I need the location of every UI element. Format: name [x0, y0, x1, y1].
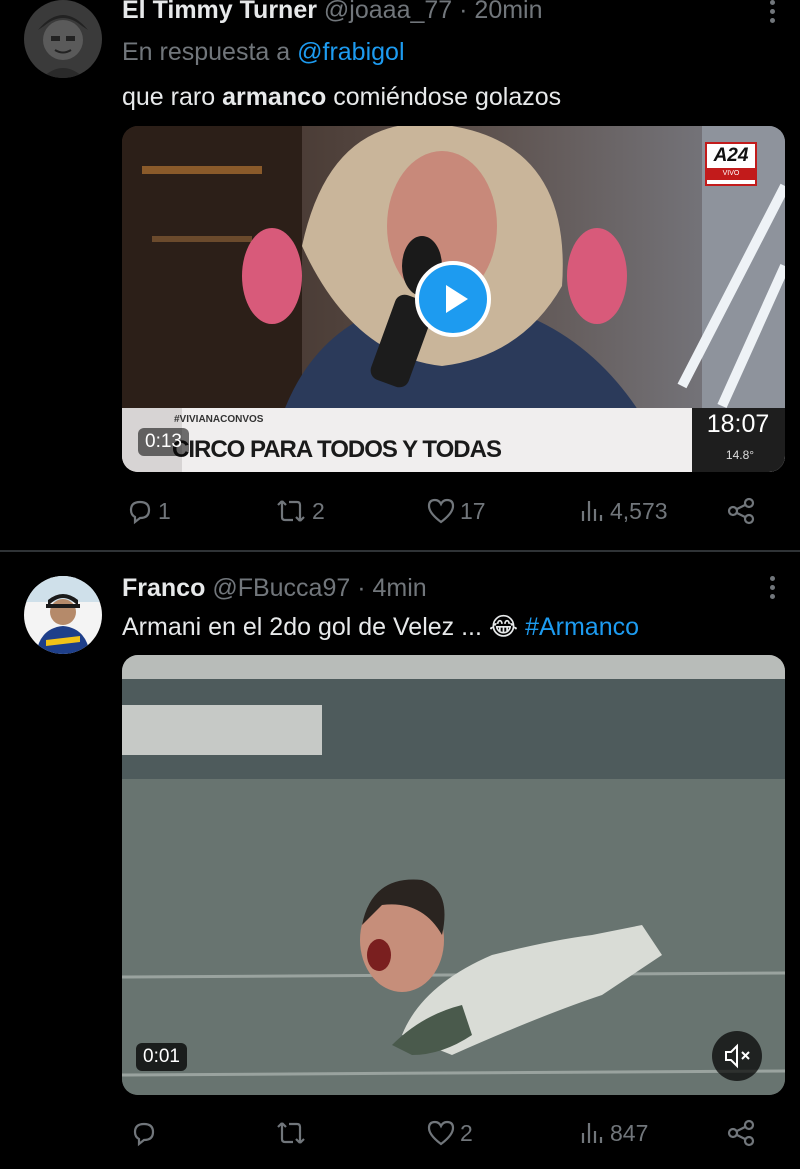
text-part: que raro: [122, 83, 223, 111]
tweet-text: que raro armanco comiéndose golazos: [122, 83, 561, 112]
share-icon: [727, 497, 755, 525]
display-name[interactable]: Franco: [122, 574, 205, 602]
action-bar: 2 847: [122, 1119, 762, 1153]
retweet-icon: [277, 1122, 305, 1144]
reply-button[interactable]: 1: [126, 497, 171, 525]
handle[interactable]: @joaaa_77: [324, 0, 452, 24]
video-duration: 0:01: [136, 1043, 187, 1071]
hashtag-link[interactable]: #Armanco: [525, 613, 639, 641]
share-icon: [727, 1119, 755, 1147]
share-button[interactable]: [726, 1119, 756, 1147]
text-part: comiéndose golazos: [326, 83, 562, 111]
retweet-button[interactable]: 2: [274, 497, 325, 525]
avatar[interactable]: [24, 0, 102, 78]
retweet-button[interactable]: [274, 1119, 312, 1147]
tweet-text: Armani en el 2do gol de Velez ... 😂 #Arm…: [122, 612, 639, 642]
like-icon: [427, 1120, 455, 1146]
tweet[interactable]: Franco @FBucca97 · 4min Armani en el 2do…: [0, 552, 800, 1169]
clock-overlay: 18:07: [706, 410, 770, 438]
reply-button[interactable]: [130, 1119, 162, 1147]
hashtag-overlay: #VIVIANACONVOS: [174, 414, 264, 425]
like-count: 2: [460, 1119, 473, 1146]
channel-logo: A24 VIVO: [705, 142, 757, 186]
video-frame: [122, 655, 785, 1095]
headline-overlay: CIRCO PARA TODOS Y TODAS: [172, 436, 502, 463]
video-duration: 0:13: [138, 428, 189, 456]
emoji: 😂: [488, 613, 519, 641]
reply-context: En respuesta a @frabigol: [122, 38, 405, 67]
retweet-count: 2: [312, 497, 325, 524]
reply-count: 1: [158, 497, 171, 524]
views-icon: [581, 501, 603, 521]
views-button[interactable]: 4,573: [578, 497, 668, 525]
tweet[interactable]: El Timmy Turner @joaaa_77 · 20min En res…: [0, 0, 800, 550]
views-count: 4,573: [610, 497, 668, 524]
avatar[interactable]: [24, 576, 102, 654]
display-name[interactable]: El Timmy Turner: [122, 0, 317, 24]
author-line: Franco @FBucca97 · 4min: [122, 574, 427, 603]
separator: ·: [357, 574, 366, 602]
reply-icon: [129, 500, 151, 525]
temp-overlay: 14.8°: [725, 448, 755, 462]
video-player[interactable]: 0:01: [122, 655, 785, 1095]
like-button[interactable]: 2: [426, 1119, 473, 1147]
share-button[interactable]: [726, 497, 756, 525]
channel-sub: VIVO: [707, 168, 755, 180]
timestamp[interactable]: 4min: [373, 574, 427, 602]
views-button[interactable]: 847: [578, 1119, 648, 1147]
more-icon[interactable]: [770, 0, 778, 27]
author-line: El Timmy Turner @joaaa_77 · 20min: [122, 0, 543, 25]
play-icon[interactable]: [415, 261, 491, 337]
text-part: Armani en el 2do gol de Velez ...: [122, 613, 489, 641]
retweet-icon: [277, 500, 305, 522]
reply-prefix: En respuesta a: [122, 38, 291, 66]
reply-icon: [133, 1122, 155, 1147]
like-count: 17: [460, 497, 486, 524]
video-player[interactable]: A24 VIVO #VIVIANACONVOS CIRCO PARA TODOS…: [122, 126, 785, 472]
action-bar: 1 2 17 4,573: [122, 497, 762, 531]
handle[interactable]: @FBucca97: [212, 574, 350, 602]
mute-icon[interactable]: [712, 1031, 762, 1081]
text-bold: armanco: [222, 83, 327, 111]
like-button[interactable]: 17: [426, 497, 486, 525]
like-icon: [427, 498, 455, 524]
reply-handle-link[interactable]: @frabigol: [297, 38, 404, 66]
separator: ·: [459, 0, 468, 24]
more-icon[interactable]: [770, 576, 778, 603]
channel-name: A24: [713, 145, 749, 166]
views-icon: [581, 1123, 603, 1143]
timestamp[interactable]: 20min: [474, 0, 542, 24]
views-count: 847: [610, 1119, 649, 1146]
